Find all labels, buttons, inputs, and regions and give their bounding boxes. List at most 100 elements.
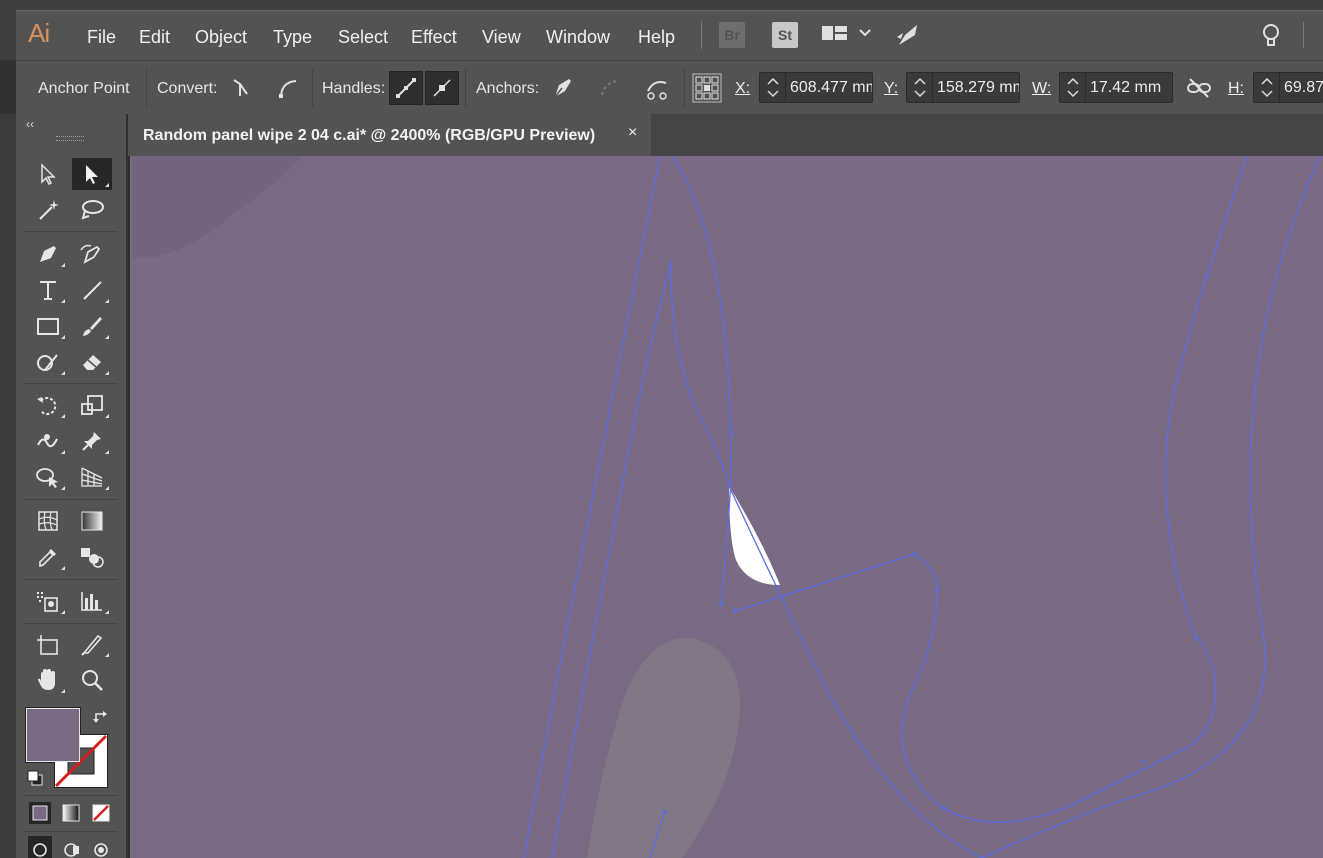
pen-nib-icon <box>40 246 56 262</box>
hide-handles-button[interactable] <box>425 71 459 105</box>
y-input[interactable] <box>933 73 1019 102</box>
reference-point-grid-icon <box>692 73 722 103</box>
w-stepper[interactable] <box>1060 73 1086 102</box>
rotate-tool[interactable] <box>28 389 68 421</box>
zoom-tool[interactable] <box>72 664 112 696</box>
perspective-grid-icon <box>81 467 103 487</box>
draw-normal-icon <box>33 843 47 857</box>
paintbrush-tool[interactable] <box>72 310 112 342</box>
slice-knife-icon <box>81 634 103 656</box>
x-input[interactable] <box>786 73 872 102</box>
tool-separator <box>24 499 118 500</box>
lightbulb-icon[interactable] <box>1260 22 1282 50</box>
workspace-switcher[interactable] <box>820 24 876 46</box>
default-fill-stroke-icon[interactable] <box>26 769 44 787</box>
scale-tool[interactable] <box>72 389 112 421</box>
draw-behind-button[interactable] <box>59 836 83 858</box>
x-stepper[interactable] <box>760 73 786 102</box>
gradient-tool[interactable] <box>72 505 112 537</box>
collapse-panel-button[interactable]: ‹‹ <box>26 117 34 131</box>
connect-endpoints-button[interactable] <box>593 71 627 105</box>
perspective-grid-tool[interactable] <box>72 461 112 493</box>
h-field <box>1253 72 1323 103</box>
draw-normal-button[interactable] <box>28 836 52 858</box>
warp-tool[interactable] <box>28 425 68 457</box>
artwork-svg <box>132 156 1321 858</box>
convert-to-smooth-button[interactable] <box>271 71 305 105</box>
tools-panel: ‹‹ <box>16 114 126 858</box>
paintbrush-icon <box>83 317 102 336</box>
solid-color-icon <box>29 802 51 824</box>
menu-view[interactable]: View <box>482 27 521 48</box>
slice-tool[interactable] <box>72 628 112 660</box>
none-mode-button[interactable] <box>89 801 113 825</box>
title-edge <box>0 0 1323 10</box>
remove-anchor-button[interactable] <box>545 71 579 105</box>
eraser-tool[interactable] <box>72 346 112 378</box>
hand-icon <box>38 669 55 690</box>
bridge-button[interactable]: Br <box>719 22 745 48</box>
draw-inside-button[interactable] <box>89 836 113 858</box>
blend-circles-icon <box>81 548 104 568</box>
close-document-button[interactable]: × <box>628 124 637 142</box>
swap-fill-stroke-icon[interactable] <box>92 708 110 726</box>
shape-builder-tool[interactable] <box>28 461 68 493</box>
path-right-loop <box>901 156 1248 823</box>
pushpin-icon <box>82 432 101 451</box>
show-handles-button[interactable] <box>389 71 423 105</box>
reference-point-button[interactable] <box>690 71 724 105</box>
pen-minus-icon <box>554 79 571 98</box>
magic-wand-tool[interactable] <box>28 194 68 226</box>
workspace-layout-icon <box>822 26 871 40</box>
menu-right-separator <box>1303 22 1304 48</box>
cut-path-button[interactable] <box>640 71 674 105</box>
type-tool[interactable] <box>28 274 68 306</box>
eraser-icon <box>83 355 101 370</box>
menu-help[interactable]: Help <box>638 27 675 48</box>
background-shape <box>132 156 302 258</box>
menu-window[interactable]: Window <box>546 27 610 48</box>
handles-label: Handles: <box>322 80 386 97</box>
blend-tool[interactable] <box>72 541 112 573</box>
mesh-tool[interactable] <box>28 505 68 537</box>
lasso-tool[interactable] <box>72 194 112 226</box>
selection-tool[interactable] <box>28 158 68 190</box>
menu-edit[interactable]: Edit <box>139 27 170 48</box>
h-input[interactable] <box>1280 73 1323 102</box>
fill-swatch-front[interactable] <box>26 708 80 762</box>
pen-tool[interactable] <box>28 238 68 270</box>
column-graph-tool[interactable] <box>72 585 112 617</box>
panel-grip <box>56 136 84 141</box>
convert-to-corner-button[interactable] <box>223 71 257 105</box>
rocket-icon[interactable] <box>895 21 923 49</box>
hand-tool[interactable] <box>28 664 68 696</box>
tool-separator <box>24 579 118 580</box>
artboard-tool[interactable] <box>28 628 68 660</box>
type-t-icon <box>40 281 56 300</box>
constrain-proportions-button[interactable] <box>1182 71 1216 105</box>
direct-selection-arrow-icon <box>86 165 98 184</box>
color-mode-button[interactable] <box>28 801 52 825</box>
artboard-canvas[interactable] <box>128 156 1323 858</box>
control-separator <box>146 69 147 107</box>
tool-separator <box>24 383 118 384</box>
document-tab[interactable]: Random panel wipe 2 04 c.ai* @ 2400% (RG… <box>128 114 651 156</box>
menu-type[interactable]: Type <box>273 27 312 48</box>
menu-effect[interactable]: Effect <box>411 27 457 48</box>
menu-object[interactable]: Object <box>195 27 247 48</box>
menu-file[interactable]: File <box>87 27 116 48</box>
gradient-mode-button[interactable] <box>59 801 83 825</box>
w-input[interactable] <box>1086 73 1172 102</box>
menu-select[interactable]: Select <box>338 27 388 48</box>
puppet-warp-tool[interactable] <box>72 425 112 457</box>
shaper-tool[interactable] <box>28 346 68 378</box>
stock-button[interactable]: St <box>772 22 798 48</box>
eyedropper-tool[interactable] <box>28 541 68 573</box>
curvature-tool[interactable] <box>72 238 112 270</box>
rectangle-tool[interactable] <box>28 310 68 342</box>
line-segment-tool[interactable] <box>72 274 112 306</box>
direct-selection-tool[interactable] <box>72 158 112 190</box>
y-stepper[interactable] <box>907 73 933 102</box>
symbol-sprayer-tool[interactable] <box>28 585 68 617</box>
h-stepper[interactable] <box>1254 73 1280 102</box>
